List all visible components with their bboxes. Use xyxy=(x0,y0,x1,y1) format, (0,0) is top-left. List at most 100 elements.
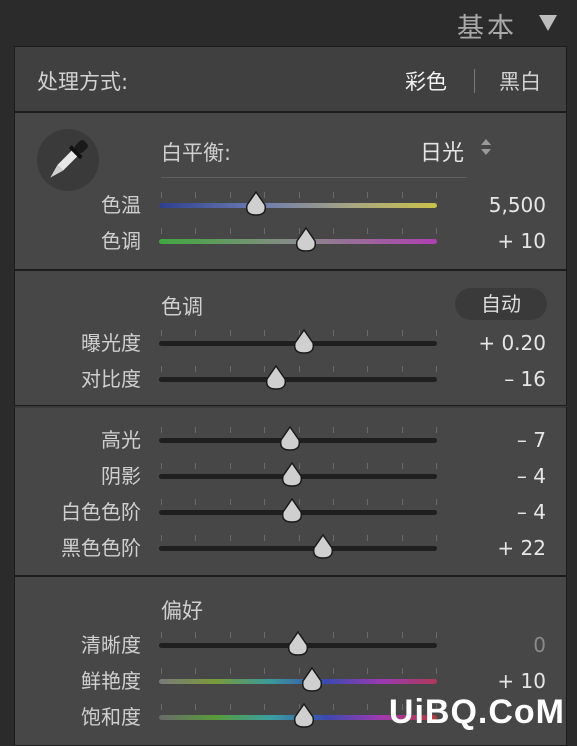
slider-tick xyxy=(230,499,231,505)
slider-tick xyxy=(367,632,368,638)
slider-tick xyxy=(264,330,265,336)
slider-value[interactable]: + 10 xyxy=(497,223,546,259)
slider-tick xyxy=(333,366,334,372)
slider-tick xyxy=(333,499,334,505)
slider-thumb[interactable] xyxy=(301,666,323,693)
slider-tick xyxy=(367,427,368,433)
slider-tick xyxy=(299,668,300,674)
slider-tick xyxy=(195,427,196,433)
slider-tick xyxy=(230,463,231,469)
slider-tick xyxy=(230,427,231,433)
slider-tick xyxy=(161,668,162,674)
slider-tick xyxy=(436,463,437,469)
treatment-divider xyxy=(474,69,475,93)
slider-tick xyxy=(161,330,162,336)
slider-value[interactable]: + 22 xyxy=(497,530,546,566)
slider-tick xyxy=(264,632,265,638)
slider-tick xyxy=(161,366,162,372)
slider-thumb[interactable] xyxy=(295,226,317,253)
panel-title: 基本 xyxy=(457,13,517,44)
slider-thumb[interactable] xyxy=(245,190,267,217)
slider-tick xyxy=(161,192,162,198)
slider-value[interactable]: + 0.20 xyxy=(478,325,546,361)
slider-tick xyxy=(436,192,437,198)
slider-value[interactable]: – 16 xyxy=(504,361,546,397)
presence-title: 偏好 xyxy=(161,599,203,623)
contrast-slider-track[interactable] xyxy=(159,377,437,382)
slider-ticks xyxy=(161,192,437,198)
white-balance-select[interactable]: 日光 xyxy=(420,135,464,167)
slider-tick xyxy=(195,463,196,469)
slider-tick xyxy=(402,192,403,198)
treatment-bw-option[interactable]: 黑白 xyxy=(499,66,541,96)
slider-tick xyxy=(333,330,334,336)
slider-tick xyxy=(230,535,231,541)
slider-thumb[interactable] xyxy=(281,497,303,524)
slider-value[interactable]: 0 xyxy=(533,627,546,663)
slider-tick xyxy=(436,366,437,372)
collapse-triangle-icon[interactable] xyxy=(539,15,557,31)
slider-label: 色温 xyxy=(101,193,141,217)
blacks-slider-track[interactable] xyxy=(159,546,437,551)
white-balance-label: 白平衡: xyxy=(161,141,232,165)
slider-tick xyxy=(402,463,403,469)
slider-tick xyxy=(402,535,403,541)
slider-ticks xyxy=(161,366,437,372)
slider-tick xyxy=(264,535,265,541)
slider-thumb[interactable] xyxy=(279,425,301,452)
watermark-logo: UiBQ.CoM xyxy=(389,693,565,732)
slider-tick xyxy=(367,330,368,336)
slider-thumb[interactable] xyxy=(287,630,309,657)
slider-label: 鲜艳度 xyxy=(81,669,141,693)
auto-button[interactable]: 自动 xyxy=(455,288,547,320)
slider-label: 黑色色阶 xyxy=(61,536,141,560)
slider-tick xyxy=(333,192,334,198)
slider-tick xyxy=(161,704,162,710)
slider-label: 饱和度 xyxy=(81,705,141,729)
slider-thumb[interactable] xyxy=(265,364,287,391)
treatment-color-option[interactable]: 彩色 xyxy=(405,66,447,96)
slider-thumb[interactable] xyxy=(281,461,303,488)
panel-header[interactable]: 基本 xyxy=(0,0,577,46)
temperature-slider-track[interactable] xyxy=(159,203,437,208)
slider-label: 阴影 xyxy=(101,464,141,488)
slider-row-tint: 色调 + 10 xyxy=(15,223,568,259)
slider-label: 高光 xyxy=(101,428,141,452)
white-balance-section: 白平衡: 日光 色温 5,500 色调 + 10 xyxy=(14,112,567,270)
slider-tick xyxy=(161,499,162,505)
slider-tick xyxy=(333,228,334,234)
vibrance-slider-track[interactable] xyxy=(159,679,437,684)
slider-tick xyxy=(333,463,334,469)
slider-value[interactable]: – 4 xyxy=(517,458,546,494)
slider-tick xyxy=(402,330,403,336)
slider-tick xyxy=(161,463,162,469)
slider-value[interactable]: – 7 xyxy=(517,422,546,458)
slider-thumb[interactable] xyxy=(312,533,334,560)
slider-thumb[interactable] xyxy=(293,328,315,355)
slider-tick xyxy=(436,632,437,638)
slider-label: 对比度 xyxy=(81,367,141,391)
slider-tick xyxy=(195,499,196,505)
slider-tick xyxy=(264,228,265,234)
slider-thumb[interactable] xyxy=(293,702,315,729)
slider-tick xyxy=(333,668,334,674)
slider-value[interactable]: – 4 xyxy=(517,494,546,530)
slider-tick xyxy=(230,704,231,710)
treatment-section: 处理方式: 彩色 黑白 xyxy=(14,46,567,112)
slider-label: 清晰度 xyxy=(81,633,141,657)
slider-tick xyxy=(264,499,265,505)
slider-tick xyxy=(230,330,231,336)
slider-label: 色调 xyxy=(101,229,141,253)
slider-tick xyxy=(299,366,300,372)
slider-tick xyxy=(195,228,196,234)
select-arrows-icon[interactable] xyxy=(481,139,493,159)
slider-tick xyxy=(333,704,334,710)
slider-tick xyxy=(402,668,403,674)
slider-row-contrast: 对比度 – 16 xyxy=(15,361,568,397)
watermark-text: UiBQ.CoM xyxy=(388,693,565,731)
slider-tick xyxy=(230,366,231,372)
slider-tick xyxy=(367,704,368,710)
slider-value[interactable]: 5,500 xyxy=(489,187,546,223)
eyedropper-icon[interactable] xyxy=(37,129,99,191)
slider-label: 曝光度 xyxy=(81,331,141,355)
